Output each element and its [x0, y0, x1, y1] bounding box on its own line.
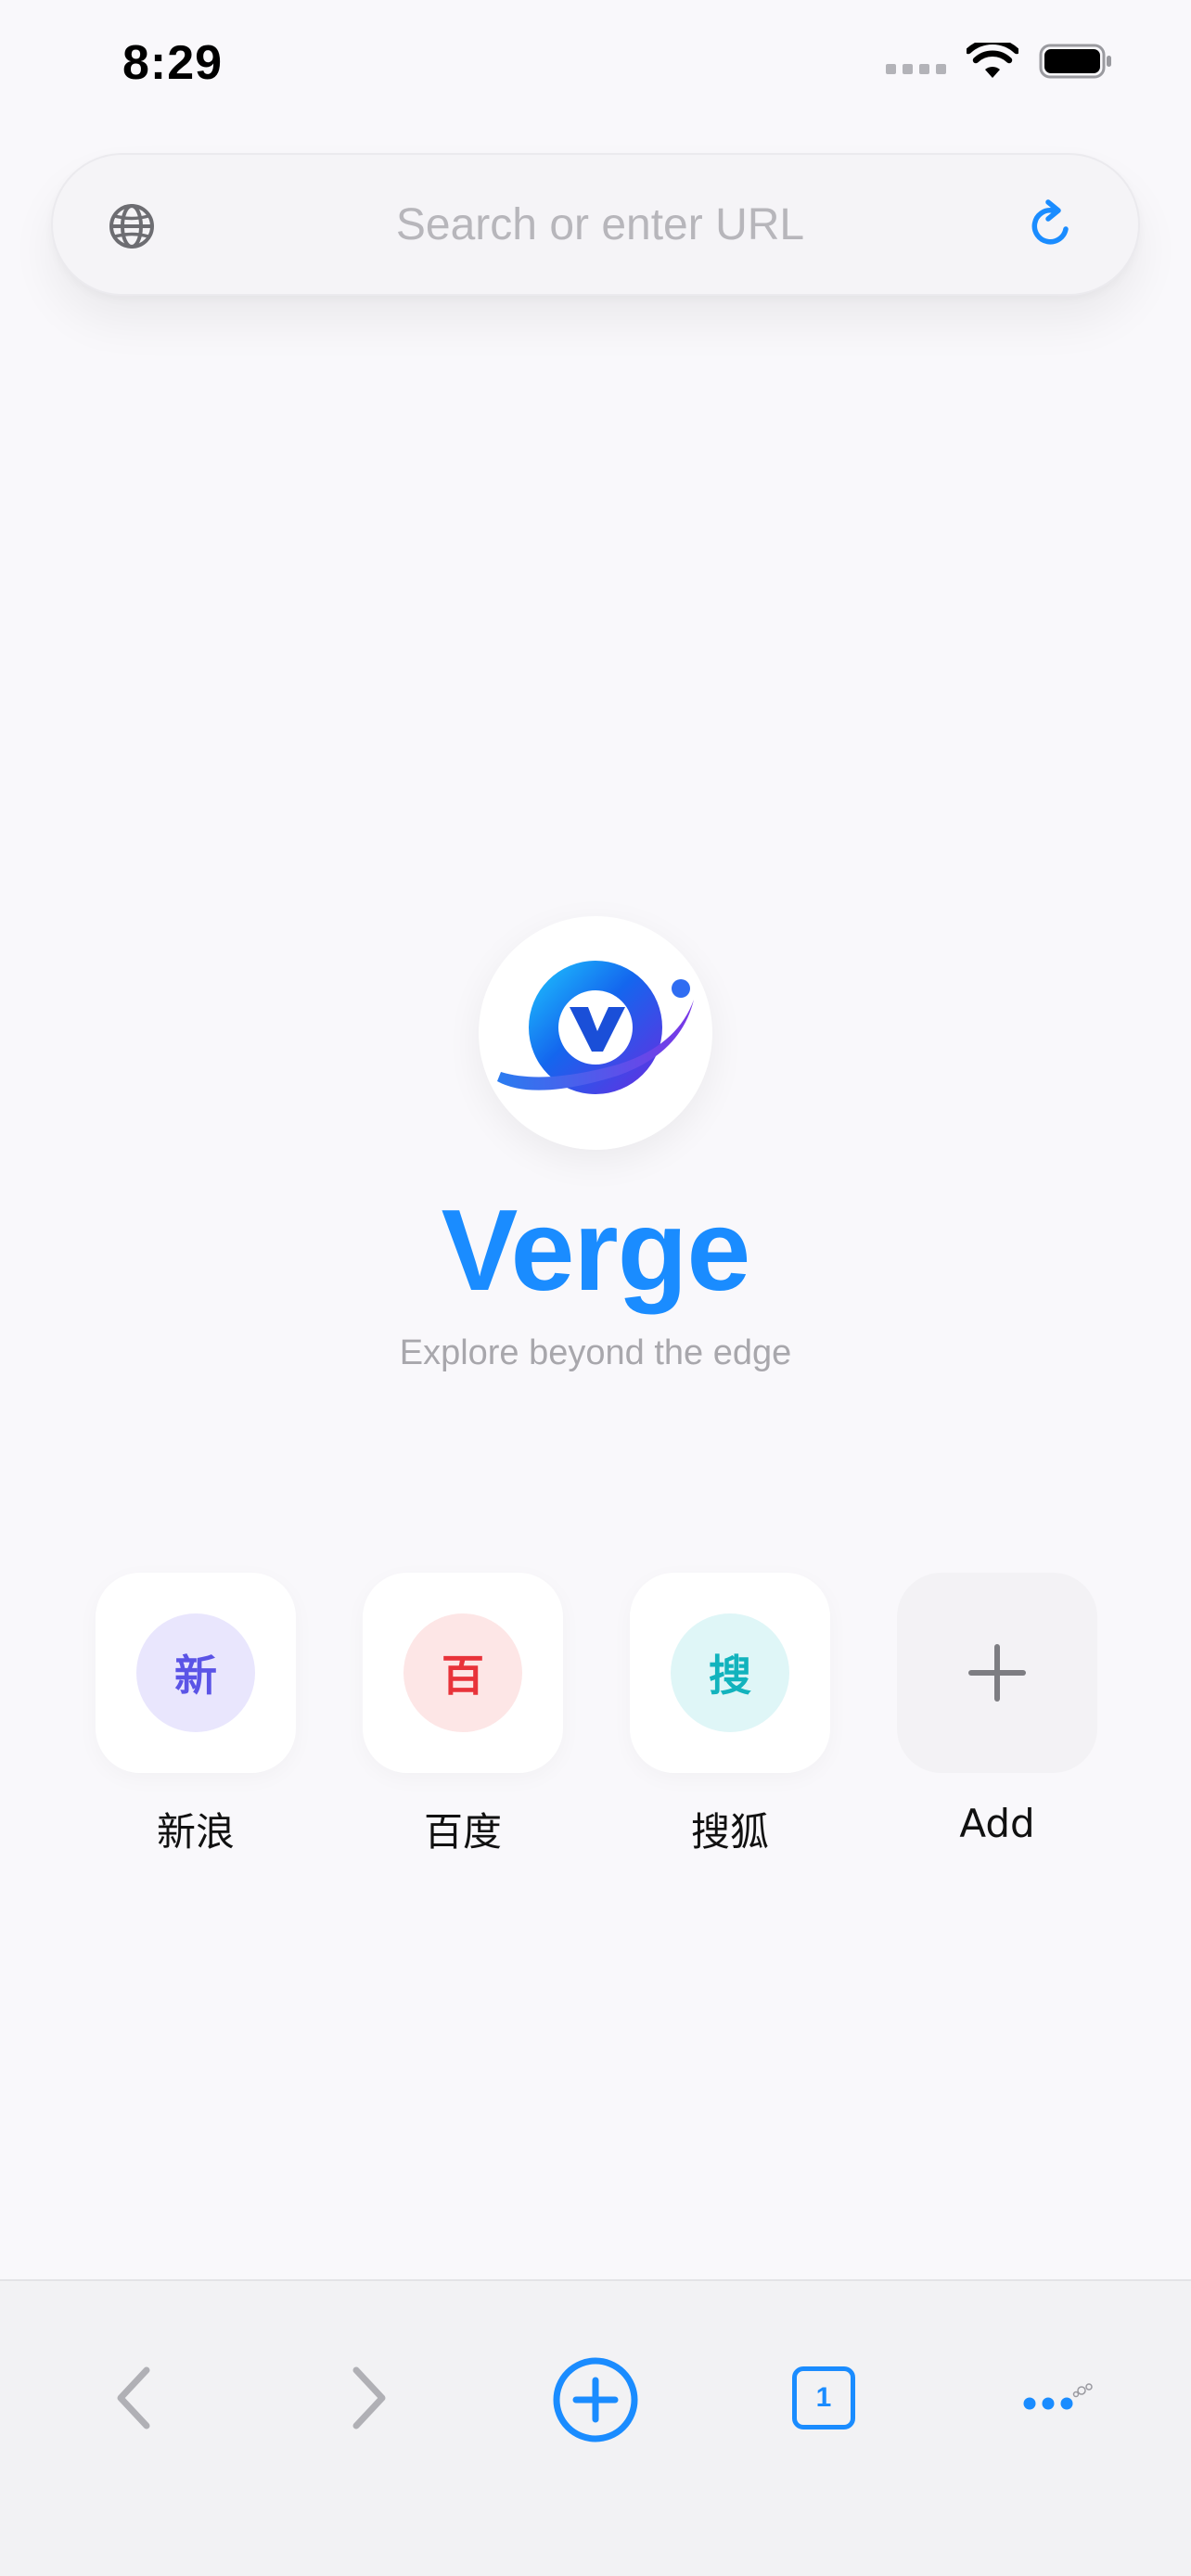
shortcut-label: 搜狐	[690, 1809, 769, 1855]
shortcut-sina[interactable]: 新 新浪	[96, 1573, 296, 1857]
status-time: 8:29	[122, 36, 224, 90]
browser-screen: 8:29 Search or enter URL Verge Explore b…	[0, 0, 1191, 2576]
shortcut-sohu[interactable]: 搜 搜狐	[630, 1573, 830, 1857]
back-button[interactable]	[104, 2361, 165, 2435]
baidu-icon: 百	[403, 1613, 522, 1732]
sohu-icon: 搜	[671, 1613, 789, 1732]
shortcut-add[interactable]: Add	[897, 1573, 1097, 1846]
brand-name: Verge	[441, 1187, 751, 1315]
bottom-toolbar: 1	[0, 2279, 1191, 2576]
more-menu-icon[interactable]	[1020, 2374, 1095, 2426]
brand-tagline: Explore beyond the edge	[399, 1333, 792, 1372]
shortcut-label: 百度	[423, 1809, 502, 1855]
new-tab-button[interactable]	[551, 2355, 640, 2444]
add-shortcut-button[interactable]	[897, 1573, 1097, 1773]
verge-logo-icon	[497, 961, 694, 1094]
shortcut-label: Add	[959, 1801, 1035, 1846]
sina-icon: 新	[136, 1613, 255, 1732]
url-input[interactable]	[183, 155, 1018, 294]
shortcut-label: 新浪	[156, 1809, 235, 1855]
status-icons	[886, 43, 1113, 80]
battery-icon	[1039, 44, 1111, 79]
wifi-icon	[967, 43, 1018, 78]
shortcut-tile[interactable]: 百	[363, 1573, 563, 1773]
reload-icon[interactable]	[1023, 198, 1079, 253]
cellular-signal-icon	[886, 43, 946, 80]
app-logo	[479, 916, 712, 1150]
shortcut-baidu[interactable]: 百 百度	[363, 1573, 563, 1857]
shortcut-tile[interactable]: 搜	[630, 1573, 830, 1773]
shortcut-tile[interactable]: 新	[96, 1573, 296, 1773]
forward-button[interactable]	[338, 2361, 399, 2435]
globe-icon	[109, 204, 154, 249]
plus-icon	[968, 1644, 1026, 1702]
tabs-button[interactable]: 1	[792, 2366, 855, 2429]
address-bar[interactable]	[51, 153, 1140, 296]
